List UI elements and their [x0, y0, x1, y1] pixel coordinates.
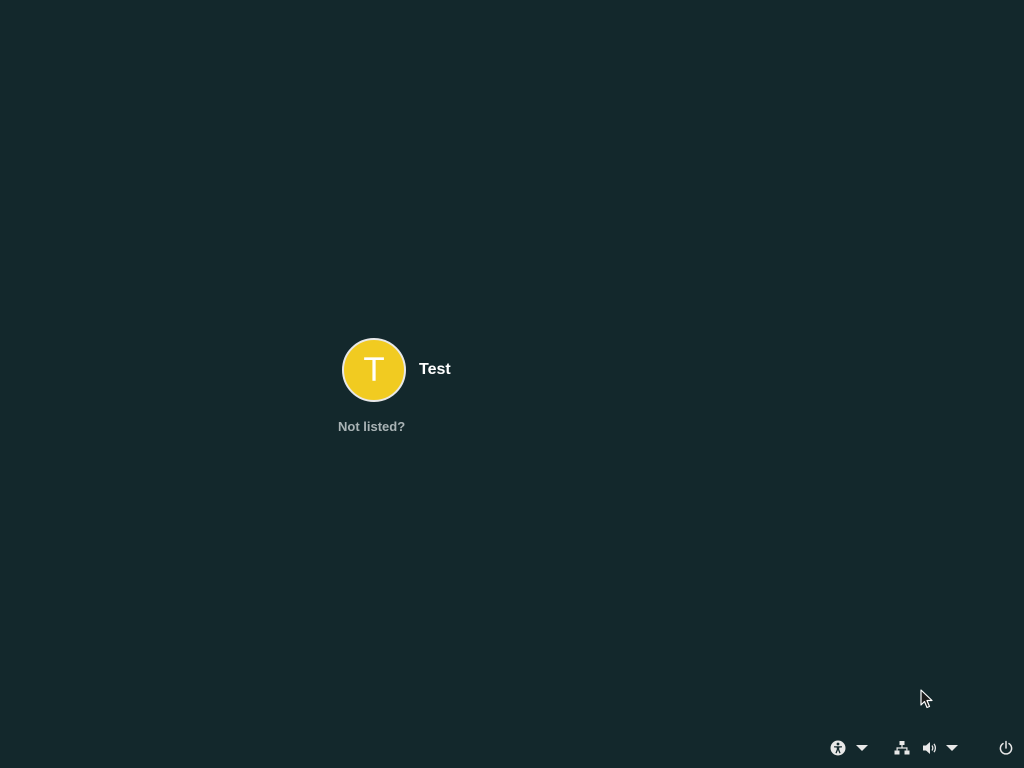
system-status-menu[interactable]	[894, 738, 958, 758]
mouse-pointer-icon	[920, 689, 933, 709]
volume-icon	[922, 740, 938, 756]
not-listed-link[interactable]: Not listed?	[338, 419, 405, 434]
chevron-down-icon	[856, 745, 868, 751]
power-icon	[998, 740, 1014, 756]
user-name: Test	[419, 361, 451, 378]
power-button[interactable]	[998, 738, 1014, 758]
chevron-down-icon	[946, 745, 958, 751]
accessibility-menu[interactable]	[830, 738, 868, 758]
user-entry-test[interactable]: T Test	[342, 338, 451, 402]
network-wired-icon	[894, 740, 910, 756]
user-avatar: T	[342, 338, 406, 402]
login-screen: T Test Not listed?	[0, 0, 1024, 768]
accessibility-icon	[830, 740, 846, 756]
